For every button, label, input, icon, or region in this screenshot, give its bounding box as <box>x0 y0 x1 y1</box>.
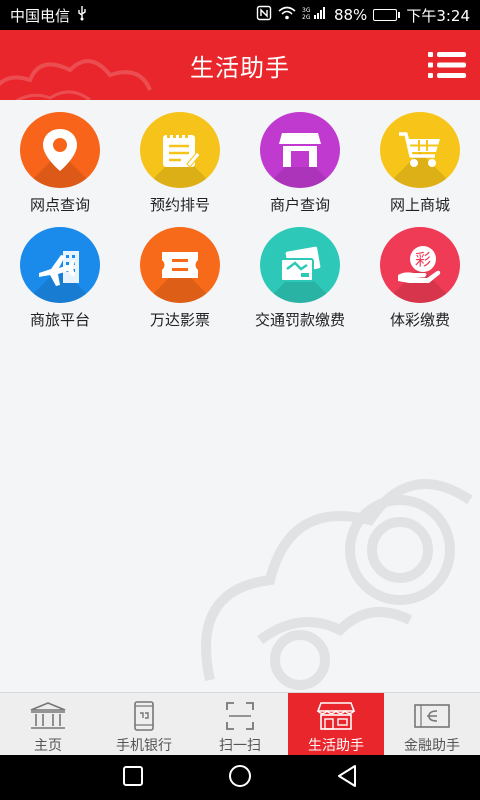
usb-icon <box>76 5 88 25</box>
grid-label: 体彩缴费 <box>389 311 450 329</box>
tab-label: 金融助手 <box>404 738 460 754</box>
icon-circle <box>260 112 340 188</box>
icon-circle <box>260 227 340 303</box>
tab-finance-assistant[interactable]: 金融助手 <box>384 693 480 755</box>
icon-circle <box>20 227 100 303</box>
icon-circle <box>140 112 220 188</box>
recent-apps-button[interactable] <box>122 765 144 791</box>
tab-label: 生活助手 <box>308 738 364 754</box>
location-pin-icon <box>43 129 77 171</box>
tab-mobile-banking[interactable]: 手机银行 <box>96 693 192 755</box>
tab-scan[interactable]: 扫一扫 <box>192 693 288 755</box>
grid-item-appointment[interactable]: 预约排号 <box>120 100 240 215</box>
status-left: 中国电信 <box>10 5 88 26</box>
cloud-watermark <box>201 479 473 690</box>
battery-percent: 88% <box>333 6 368 24</box>
list-menu-icon <box>428 52 466 78</box>
svg-text:3G: 3G <box>302 7 311 14</box>
lottery-hand-icon: 彩 <box>398 246 441 283</box>
clock: 下午3:24 <box>406 6 470 25</box>
back-button[interactable] <box>336 764 358 792</box>
tab-label: 主页 <box>34 738 62 754</box>
card-payment-icon <box>280 246 321 282</box>
shopping-cart-icon <box>399 132 440 167</box>
square-icon <box>122 765 143 786</box>
grid-item-online-mall[interactable]: 网上商城 <box>360 100 480 215</box>
finance-icon <box>414 704 450 728</box>
cloud-decoration <box>0 59 152 100</box>
circle-icon <box>228 764 251 787</box>
tab-label: 手机银行 <box>116 738 172 754</box>
notepad-icon <box>163 132 201 168</box>
nfc-icon <box>256 5 272 25</box>
scan-icon <box>226 702 254 730</box>
icon-circle: 彩 <box>380 227 460 303</box>
grid-item-business-travel[interactable]: 商旅平台 <box>0 215 120 330</box>
shop-icon <box>317 702 355 730</box>
grid-item-lottery-payment[interactable]: 彩 体彩缴费 <box>360 215 480 330</box>
icon-circle <box>380 112 460 188</box>
grid-item-wanda-tickets[interactable]: 万达影票 <box>120 215 240 330</box>
ticket-icon <box>162 252 198 278</box>
grid-label: 商旅平台 <box>29 311 90 329</box>
grid-item-merchant-search[interactable]: 商户查询 <box>240 100 360 215</box>
service-grid: 网点查询 预约排号 商户查询 网上商城 商旅平台 万达影票 交通罚款缴费 彩 体… <box>0 100 480 330</box>
grid-label: 网上商城 <box>389 196 450 214</box>
carrier-label: 中国电信 <box>10 6 71 25</box>
status-right: 3G 2G 88% 下午3:24 <box>256 5 470 26</box>
grid-label: 交通罚款缴费 <box>254 311 345 329</box>
bottom-tab-bar: 主页 手机银行 扫一扫 生活助手 金融助手 <box>0 692 480 755</box>
svg-text:2G: 2G <box>302 14 311 20</box>
icon-circle <box>140 227 220 303</box>
system-nav-bar <box>0 755 480 800</box>
home-button[interactable] <box>227 763 253 793</box>
battery-icon <box>373 9 401 21</box>
back-triangle-icon <box>338 764 357 787</box>
signal-icon: 3G 2G <box>302 6 328 24</box>
airplane-icon <box>39 251 79 286</box>
status-bar: 中国电信 3G 2G 88% 下午3:24 <box>0 0 480 30</box>
app-header: 生活助手 <box>0 30 480 100</box>
icon-circle <box>20 112 100 188</box>
page-title: 生活助手 <box>190 53 290 82</box>
wifi-icon <box>278 6 296 24</box>
grid-item-outlet-search[interactable]: 网点查询 <box>0 100 120 215</box>
menu-button[interactable] <box>428 50 466 80</box>
mobile-phone-icon <box>134 701 154 731</box>
grid-label: 预约排号 <box>149 196 210 214</box>
bank-building-icon <box>30 702 66 729</box>
storefront-icon <box>279 133 321 167</box>
lottery-char: 彩 <box>415 250 431 269</box>
grid-label: 商户查询 <box>269 196 330 214</box>
tab-home[interactable]: 主页 <box>0 693 96 755</box>
tab-life-assistant[interactable]: 生活助手 <box>288 693 384 755</box>
grid-label: 网点查询 <box>29 196 90 214</box>
grid-label: 万达影票 <box>149 311 210 329</box>
grid-item-traffic-fines[interactable]: 交通罚款缴费 <box>240 215 360 330</box>
tab-label: 扫一扫 <box>219 738 261 754</box>
